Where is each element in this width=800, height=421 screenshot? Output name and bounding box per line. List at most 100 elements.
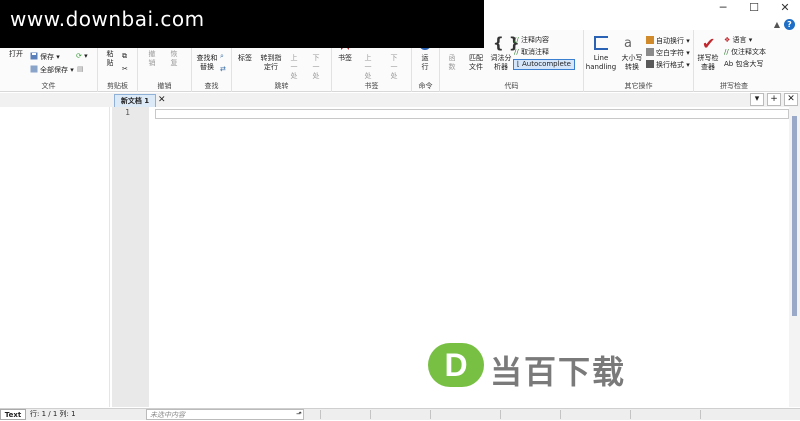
replace-icon[interactable]: ⇄ (220, 65, 226, 74)
whitespace-label: 空白字符 (656, 49, 684, 57)
auto-wrap-label: 自动换行 (656, 37, 684, 45)
new-tab-icon[interactable]: + (767, 93, 781, 106)
jump-prev-button[interactable]: 上一处 (288, 54, 300, 81)
autocomplete-label: Autocomplete (521, 60, 571, 68)
save-button[interactable]: 保存 ▾ (30, 52, 60, 62)
group-jump-label: 跳转 (274, 82, 289, 90)
status-divider (370, 410, 371, 419)
spellcheck-button[interactable]: 拼写检查器 (696, 54, 720, 72)
status-divider (430, 410, 431, 419)
print-icon: ▤ (77, 65, 84, 73)
line-number-gutter: 1 (112, 107, 149, 407)
group-other: Line handling a 大小写转换 自动换行 ▾ 空白字符 ▾ 换行格式… (584, 30, 694, 92)
goto-line-label: 转到指定行 (260, 54, 282, 71)
comments-only-icon: // (724, 48, 729, 56)
help-icon[interactable]: ? (784, 19, 795, 30)
language-button[interactable]: ❖ 语言 ▾ (724, 36, 752, 45)
line-number: 1 (125, 108, 130, 117)
refresh-button[interactable]: ⟳ ▾ (76, 52, 88, 61)
jump-prev-label: 上一处 (290, 54, 298, 80)
run-button[interactable]: 运行 (419, 54, 431, 72)
auto-wrap-icon (646, 36, 654, 44)
save-icon (30, 52, 38, 60)
status-divider (500, 410, 501, 419)
comments-only-toggle[interactable]: // 仅注释文本 (724, 48, 766, 57)
wrap-format-icon (646, 60, 654, 68)
status-position: 行: 1 / 1 列: 1 (30, 410, 76, 418)
status-arrow-icon[interactable]: ⬏ (296, 409, 302, 420)
goto-line-button[interactable]: 转到指定行 (258, 54, 284, 72)
scrollbar-thumb[interactable] (792, 116, 797, 316)
ribbon-collapse-icon[interactable]: ▲ (774, 20, 780, 29)
group-find-label: 查找 (204, 82, 219, 90)
bookmark-next-label: 下一处 (390, 54, 398, 80)
open-label: 打开 (9, 50, 23, 58)
group-undo-label: 撤销 (157, 82, 172, 90)
autocomplete-button[interactable]: ⌊ Autocomplete (513, 59, 575, 70)
print-button[interactable]: ▤ (77, 65, 84, 74)
group-file-label: 文件 (41, 82, 56, 90)
group-spell-label: 拼写检查 (720, 82, 748, 90)
close-all-tabs-icon[interactable]: ✕ (784, 93, 798, 106)
group-spell: ✔ 拼写检查器 ❖ 语言 ▾ // 仅注释文本 Ab 包含大写 拼写检查 (694, 30, 774, 92)
comment-button[interactable]: // 注释内容 (514, 36, 549, 45)
cut-icon[interactable]: ✂ (122, 65, 128, 74)
brand-logo-letter: D (428, 343, 484, 387)
run-label: 运行 (421, 54, 429, 71)
minimize-button[interactable]: ─ (708, 0, 738, 16)
uncomment-label: 取消注释 (520, 48, 549, 56)
uncomment-icon: // (514, 48, 519, 56)
copy-icon[interactable]: ⧉ (122, 52, 127, 61)
comment-icon: // (514, 36, 519, 44)
status-mode[interactable]: Text (0, 409, 26, 420)
bookmark-next-button[interactable]: 下一处 (388, 54, 400, 81)
line-handling-button[interactable]: Line handling (584, 54, 618, 72)
paste-button[interactable]: 粘贴 (104, 50, 116, 68)
close-button[interactable]: ✕ (770, 0, 800, 16)
jump-next-button[interactable]: 下一处 (310, 54, 322, 81)
tab-label: 新文档 1 (120, 97, 150, 105)
redo-button[interactable]: 恢复 (168, 50, 180, 68)
document-tab-bar: 新文档 1 ✕ ▾ + ✕ (0, 93, 800, 107)
bookmark-prev-button[interactable]: 上一处 (362, 54, 374, 81)
lexer-button[interactable]: 词法分析器 (490, 54, 512, 72)
save-all-button[interactable]: 全部保存 ▾ (30, 65, 74, 75)
bookmark-button[interactable]: 书签 (338, 54, 352, 63)
site-watermark-text: www.downbai.com (10, 7, 205, 31)
case-convert-button[interactable]: 大小写转换 (620, 54, 644, 72)
tab-new-document-1[interactable]: 新文档 1 (114, 94, 156, 107)
find-replace-label: 查找和替换 (196, 54, 218, 71)
match-file-button[interactable]: 匹配文件 (466, 54, 486, 72)
redo-label: 恢复 (170, 50, 178, 67)
undo-label: 撤销 (148, 50, 156, 67)
line-handling-label: Line handling (585, 54, 617, 71)
comment-label: 注释内容 (520, 36, 549, 44)
auto-wrap-button[interactable]: 自动换行 ▾ (646, 36, 690, 46)
group-other-label: 其它操作 (624, 82, 653, 90)
maximize-button[interactable]: ☐ (739, 0, 769, 16)
wrap-format-label: 换行格式 (656, 61, 684, 69)
comments-only-label: 仅注释文本 (730, 48, 766, 56)
group-command-label: 命令 (418, 82, 433, 90)
status-bar: Text 行: 1 / 1 列: 1 未选中内容 ⬏ (0, 408, 800, 420)
wrap-format-button[interactable]: 换行格式 ▾ (646, 60, 690, 70)
status-divider (630, 410, 631, 419)
current-line-highlight (155, 109, 789, 119)
vertical-scrollbar[interactable] (789, 107, 800, 407)
tab-list-dropdown-icon[interactable]: ▾ (750, 93, 764, 106)
group-bookmarks-label: 书签 (364, 82, 379, 90)
undo-button[interactable]: 撤销 (146, 50, 158, 68)
jump-next-label: 下一处 (312, 54, 320, 80)
find-icon[interactable]: ⌕ (220, 52, 224, 61)
case-convert-icon: a (624, 36, 632, 51)
open-button[interactable]: 打开 (6, 50, 26, 59)
include-upper-toggle[interactable]: Ab 包含大写 (724, 60, 763, 69)
function-label: 函数 (448, 54, 456, 71)
jump-bookmark-button[interactable]: 标签 (238, 54, 252, 63)
find-replace-button[interactable]: 查找和替换 (194, 54, 220, 72)
function-button[interactable]: 函数 (446, 54, 458, 72)
uncomment-button[interactable]: // 取消注释 (514, 48, 549, 57)
tab-close-icon[interactable]: ✕ (158, 94, 166, 106)
bookmark-label: 书签 (338, 54, 352, 62)
whitespace-button[interactable]: 空白字符 ▾ (646, 48, 690, 58)
